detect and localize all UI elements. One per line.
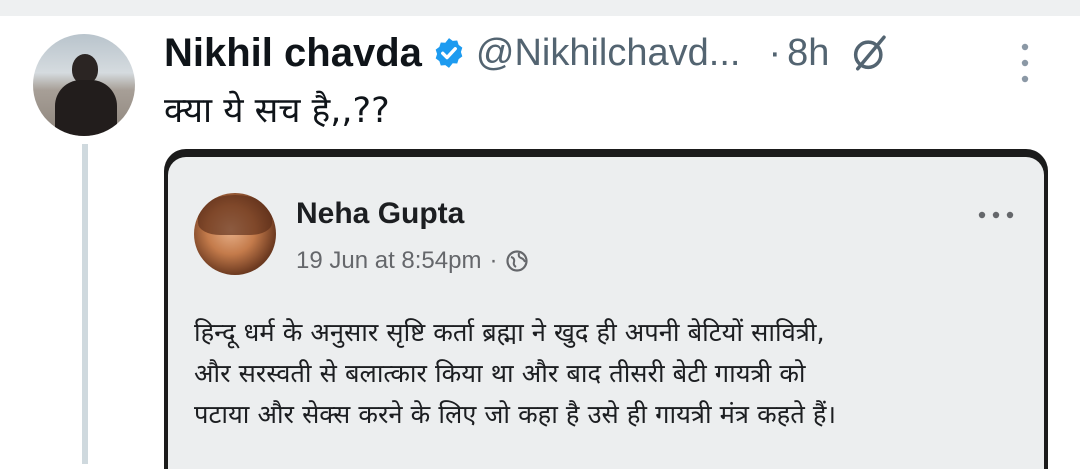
- tweet[interactable]: Nikhil chavda @Nikhilchavd... · 8h क्या …: [0, 16, 1080, 469]
- globe-icon: [506, 250, 529, 272]
- post-body-line: हिन्दू धर्म के अनुसार सृष्टि कर्ता ब्रह्…: [194, 318, 825, 348]
- post-author-avatar-hair: [198, 195, 272, 235]
- meta-separator: ·: [768, 31, 782, 74]
- thread-line: [82, 144, 88, 464]
- tweet-media-image[interactable]: Neha Gupta 19 Jun at 8:54pm · हिन्दू धर्…: [164, 149, 1048, 469]
- avatar-body-shape: [55, 80, 117, 136]
- post-timestamp: 19 Jun at 8:54pm: [296, 247, 482, 274]
- post-meta-separator: ·: [489, 247, 498, 274]
- avatar[interactable]: [33, 34, 135, 136]
- verified-badge-icon: [435, 38, 463, 68]
- handle[interactable]: @Nikhilchavd...: [476, 32, 741, 75]
- more-horizontal-icon: [978, 211, 1014, 219]
- tweet-header: Nikhil chavda @Nikhilchavd... · 8h: [164, 28, 891, 78]
- grok-icon[interactable]: [849, 32, 891, 74]
- more-vertical-icon[interactable]: [1016, 40, 1034, 86]
- post-body-line: पटाया और सेक्स करने के लिए जो कहा है उसे…: [194, 400, 837, 430]
- post-author-name: Neha Gupta: [296, 197, 465, 230]
- post-author-avatar: [194, 193, 276, 275]
- display-name[interactable]: Nikhil chavda: [164, 31, 422, 76]
- post-body: हिन्दू धर्म के अनुसार सृष्टि कर्ता ब्रह्…: [194, 313, 1024, 436]
- post-body-line: और सरस्वती से बलात्कार किया था और बाद ती…: [194, 359, 806, 389]
- screenshot-post-card: Neha Gupta 19 Jun at 8:54pm · हिन्दू धर्…: [168, 157, 1044, 469]
- post-meta: 19 Jun at 8:54pm ·: [296, 247, 529, 275]
- tweet-text: क्या ये सच है,,??: [164, 91, 390, 131]
- timestamp[interactable]: 8h: [787, 32, 829, 75]
- top-status-strip: [0, 0, 1080, 16]
